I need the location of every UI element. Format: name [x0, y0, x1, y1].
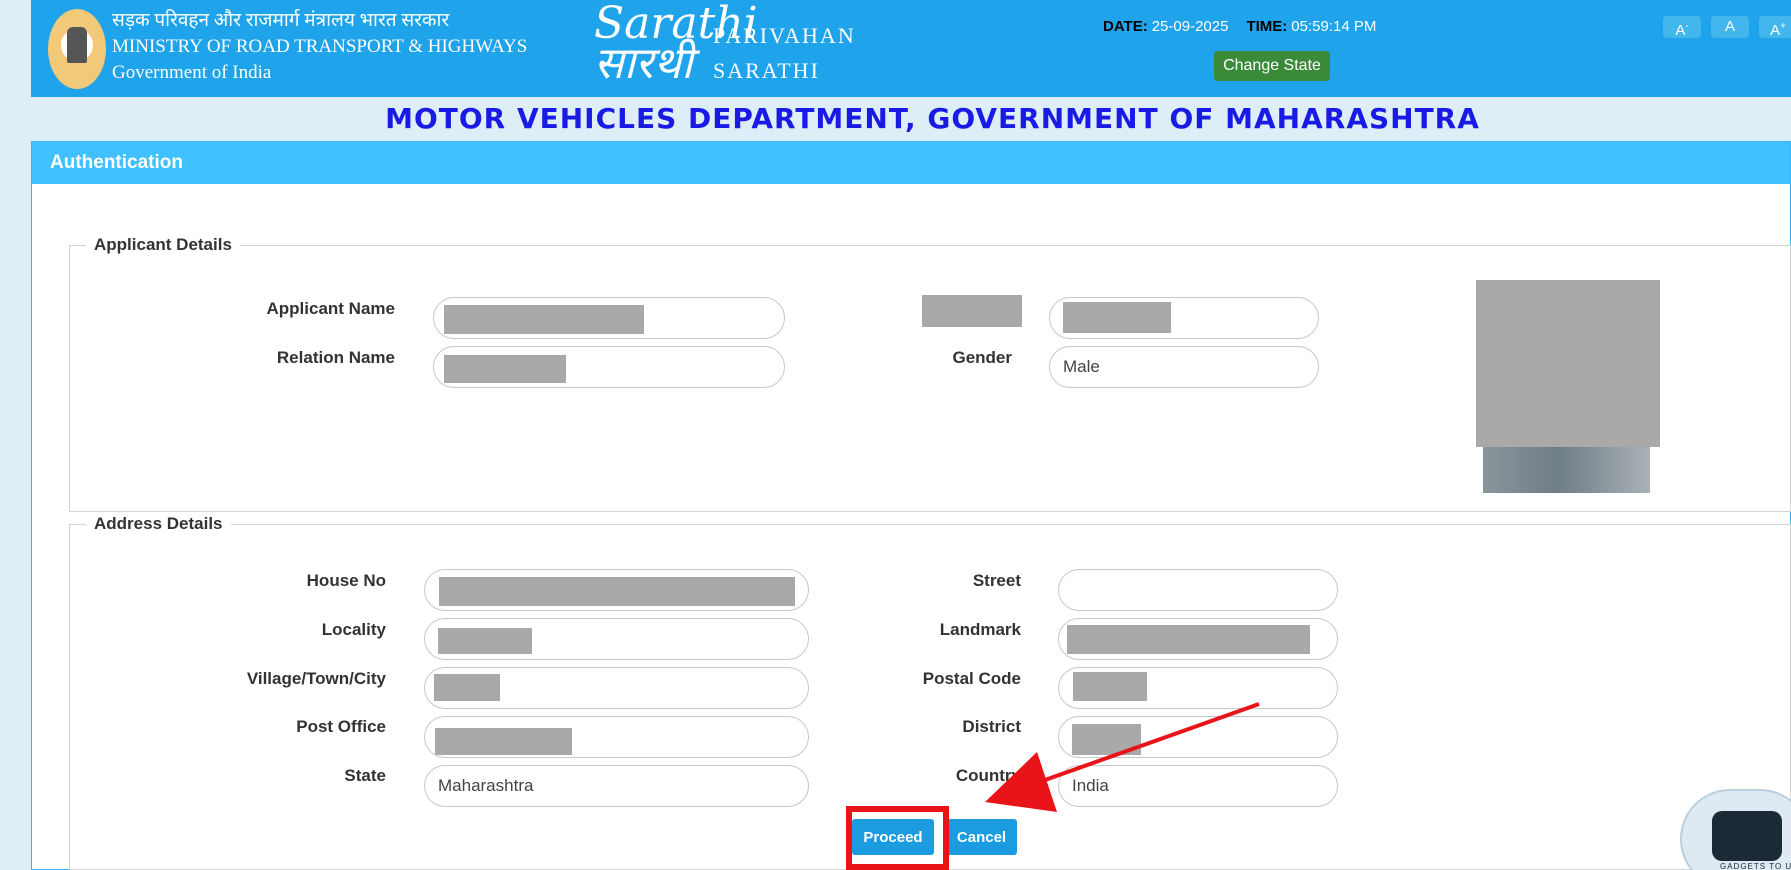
postal-code-label: Postal Code [922, 669, 1021, 688]
applicant-photo [1476, 280, 1660, 494]
redacted-relation-name [444, 355, 566, 383]
brand-line-1: PARIVAHAN [713, 23, 856, 48]
gender-label: Gender [952, 348, 1012, 367]
redacted-applicant-name [444, 305, 644, 334]
redacted-photo [1476, 280, 1660, 447]
cancel-button[interactable]: Cancel [946, 819, 1017, 855]
watermark-logo: GADGETS TO USE [1680, 789, 1791, 870]
ministry-english: MINISTRY OF ROAD TRANSPORT & HIGHWAYS [112, 36, 528, 57]
date-label: DATE: [1103, 18, 1148, 35]
redacted-postal-code [1073, 672, 1147, 701]
font-decrease-button[interactable]: A- [1663, 16, 1701, 39]
font-decrease-sign: - [1685, 21, 1689, 32]
landmark-label: Landmark [939, 620, 1021, 639]
time-label: TIME: [1246, 18, 1288, 35]
ministry-hindi: सड़क परिवहन और राजमार्ग मंत्रालय भारत सर… [112, 10, 450, 31]
street-field[interactable] [1058, 569, 1338, 611]
time-value: 05:59:14 PM [1291, 18, 1377, 35]
redacted-value [1063, 302, 1171, 333]
date-value: 25-09-2025 [1151, 18, 1229, 35]
redacted-label [922, 295, 1022, 327]
font-size-controls: A- A A+ [1663, 16, 1791, 39]
applicant-details-legend: Applicant Details [94, 235, 232, 254]
redacted-house-no [439, 577, 795, 606]
district-label: District [962, 717, 1021, 736]
state-label: State [344, 766, 386, 785]
panel-title: Authentication [32, 142, 1790, 184]
country-label: Country [955, 766, 1021, 785]
country-field[interactable]: India [1058, 765, 1338, 807]
redacted-locality [438, 628, 532, 654]
locality-label: Locality [321, 620, 386, 639]
logo-script-bottom: सारथी [594, 38, 693, 89]
photo-visible-part [1483, 447, 1650, 493]
left-strip [0, 0, 31, 870]
date-time: DATE: 25-09-2025 TIME: 05:59:14 PM [1103, 18, 1376, 35]
redacted-district [1072, 724, 1141, 755]
watermark-caption: GADGETS TO USE [1720, 862, 1791, 870]
robot-icon [1712, 811, 1782, 861]
state-field[interactable]: Maharashtra [424, 765, 809, 807]
gender-field[interactable]: Male [1049, 346, 1319, 388]
street-label: Street [972, 571, 1021, 590]
government-label: Government of India [112, 62, 272, 83]
font-increase-sign: + [1780, 21, 1786, 32]
change-state-button[interactable]: Change State [1214, 51, 1330, 81]
brand-name: PARIVAHAN SARATHI [713, 18, 856, 88]
applicant-name-label: Applicant Name [266, 299, 395, 318]
address-details-legend: Address Details [94, 514, 223, 533]
redacted-village [434, 674, 500, 701]
sarathi-logo: Sarathi सारथी [594, 2, 758, 89]
redacted-landmark [1067, 625, 1310, 654]
font-increase-letter: A [1770, 22, 1781, 39]
post-office-label: Post Office [296, 717, 386, 736]
ministry-block: सड़क परिवहन और राजमार्ग मंत्रालय भारत सर… [112, 8, 527, 86]
font-normal-button[interactable]: A [1711, 16, 1749, 38]
redacted-post-office [435, 728, 572, 755]
house-no-label: House No [306, 571, 386, 590]
village-town-city-label: Village/Town/City [246, 669, 386, 688]
department-title: MOTOR VEHICLES DEPARTMENT, GOVERNMENT OF… [385, 102, 1480, 135]
font-increase-button[interactable]: A+ [1759, 16, 1791, 39]
brand-line-2: SARATHI [713, 58, 820, 83]
proceed-highlight-box [846, 806, 949, 870]
site-header: सड़क परिवहन और राजमार्ग मंत्रालय भारत सर… [31, 0, 1791, 97]
relation-name-label: Relation Name [276, 348, 395, 367]
font-decrease-letter: A [1675, 22, 1686, 39]
national-emblem-icon [48, 9, 106, 89]
